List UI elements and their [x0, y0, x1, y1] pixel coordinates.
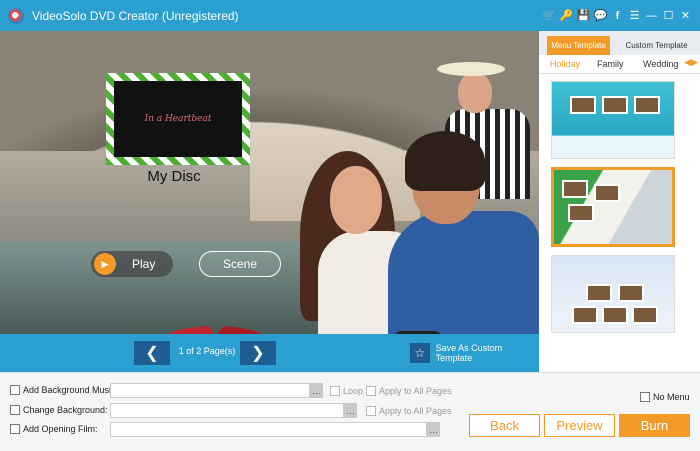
category-holiday[interactable]: Holiday: [550, 59, 580, 69]
bg-music-checkbox[interactable]: [10, 385, 20, 395]
opening-film-field[interactable]: [110, 422, 427, 437]
app-logo-icon: [8, 7, 24, 24]
man-hair: [405, 131, 485, 191]
cart-icon[interactable]: 🛒: [541, 0, 558, 31]
template-frame: [570, 96, 596, 114]
save-template-label: Save As Custom Template: [435, 343, 503, 363]
page-info: 1 of 2 Page(s): [178, 346, 236, 356]
chat-icon[interactable]: 💬: [592, 0, 609, 31]
back-button[interactable]: Back: [469, 414, 540, 437]
apply-all-bg-option[interactable]: Apply to All Pages: [366, 406, 452, 416]
burn-button[interactable]: Burn: [619, 414, 690, 437]
loop-checkbox[interactable]: [330, 386, 340, 396]
play-button[interactable]: ▶ Play: [91, 251, 173, 277]
apply-all-bg-checkbox[interactable]: [366, 406, 376, 416]
apply-all-music-label: Apply to All Pages: [379, 386, 452, 396]
template-frame: [594, 184, 620, 202]
template-frame: [618, 284, 644, 302]
template-frame: [568, 204, 594, 222]
category-scroll-icon[interactable]: ◀▶: [684, 57, 698, 68]
next-page-button[interactable]: ❯: [240, 341, 276, 365]
title-bar: VideoSolo DVD Creator (Unregistered) 🛒 🔑…: [0, 0, 700, 31]
window-title: VideoSolo DVD Creator (Unregistered): [32, 8, 239, 23]
template-frame: [632, 306, 658, 324]
template-frame: [586, 284, 612, 302]
page-nav-bar: ❮ 1 of 2 Page(s) ❯ ☆ Save As Custom Temp…: [0, 334, 539, 372]
template-frame: [572, 306, 598, 324]
man: [388, 211, 539, 334]
key-icon[interactable]: 🔑: [558, 0, 575, 31]
minimize-icon[interactable]: —: [643, 0, 660, 31]
change-bg-browse-button[interactable]: …: [344, 403, 357, 418]
template-frame: [634, 96, 660, 114]
no-menu-label: No Menu: [653, 392, 690, 402]
save-icon[interactable]: 💾: [575, 0, 592, 31]
change-bg-label: Change Background:: [23, 405, 108, 415]
change-bg-row: Change Background:: [10, 405, 108, 415]
loop-label: Loop: [343, 386, 364, 396]
gondolier-hat: [437, 62, 505, 76]
no-menu-option[interactable]: No Menu: [640, 392, 690, 402]
bg-music-browse-button[interactable]: …: [310, 383, 323, 398]
template-categories: Holiday Family Wedding ◀▶: [539, 55, 700, 74]
play-icon: ▶: [94, 253, 116, 275]
bg-music-row: Add Background Music:: [10, 385, 118, 395]
prev-page-button[interactable]: ❮: [134, 341, 170, 365]
woman-face: [330, 166, 382, 234]
disc-title[interactable]: My Disc: [106, 168, 242, 185]
tab-menu-template[interactable]: Menu Template: [547, 36, 610, 55]
apply-all-bg-label: Apply to All Pages: [379, 406, 452, 416]
template-frame: [602, 96, 628, 114]
scene-button[interactable]: Scene: [199, 251, 281, 277]
star-icon: ☆: [410, 343, 430, 363]
bg-music-field[interactable]: [110, 383, 310, 398]
template-frame: [562, 180, 588, 198]
menu-thumbnail[interactable]: In a Heartbeat: [106, 73, 250, 165]
apply-all-music-checkbox[interactable]: [366, 386, 376, 396]
change-bg-checkbox[interactable]: [10, 405, 20, 415]
thumbnail-text: In a Heartbeat: [144, 114, 212, 124]
play-label: Play: [132, 257, 156, 271]
thumbnail-image: In a Heartbeat: [114, 81, 242, 157]
category-wedding[interactable]: Wedding: [643, 59, 678, 69]
gondolier-face: [458, 73, 492, 113]
template-thumbnail-3[interactable]: [551, 255, 675, 333]
facebook-icon[interactable]: f: [609, 0, 626, 31]
tab-custom-template[interactable]: Custom Template: [619, 36, 694, 55]
change-bg-field[interactable]: [110, 403, 344, 418]
apply-all-music-option[interactable]: Apply to All Pages: [366, 386, 452, 396]
category-family[interactable]: Family: [597, 59, 624, 69]
loop-option[interactable]: Loop: [330, 386, 363, 396]
save-custom-template-button[interactable]: ☆ Save As Custom Template: [410, 342, 539, 364]
scene-label: Scene: [222, 257, 258, 271]
maximize-icon[interactable]: ☐: [660, 0, 677, 31]
opening-film-label: Add Opening Film:: [23, 424, 98, 434]
opening-film-checkbox[interactable]: [10, 424, 20, 434]
template-thumbnail-2[interactable]: [551, 167, 675, 247]
template-tabs: Menu Template Custom Template: [539, 31, 700, 55]
bg-music-label: Add Background Music:: [23, 385, 119, 395]
menu-preview: [0, 31, 539, 334]
no-menu-checkbox[interactable]: [640, 392, 650, 402]
preview-button[interactable]: Preview: [544, 414, 615, 437]
title-bar-icons: 🛒 🔑 💾 💬 f ☰ — ☐ ✕: [541, 0, 694, 31]
close-icon[interactable]: ✕: [677, 0, 694, 31]
opening-film-browse-button[interactable]: …: [427, 422, 440, 437]
template-thumbnail-1[interactable]: [551, 81, 675, 159]
menu-icon[interactable]: ☰: [626, 0, 643, 31]
opening-film-row: Add Opening Film:: [10, 424, 98, 434]
template-frame: [602, 306, 628, 324]
